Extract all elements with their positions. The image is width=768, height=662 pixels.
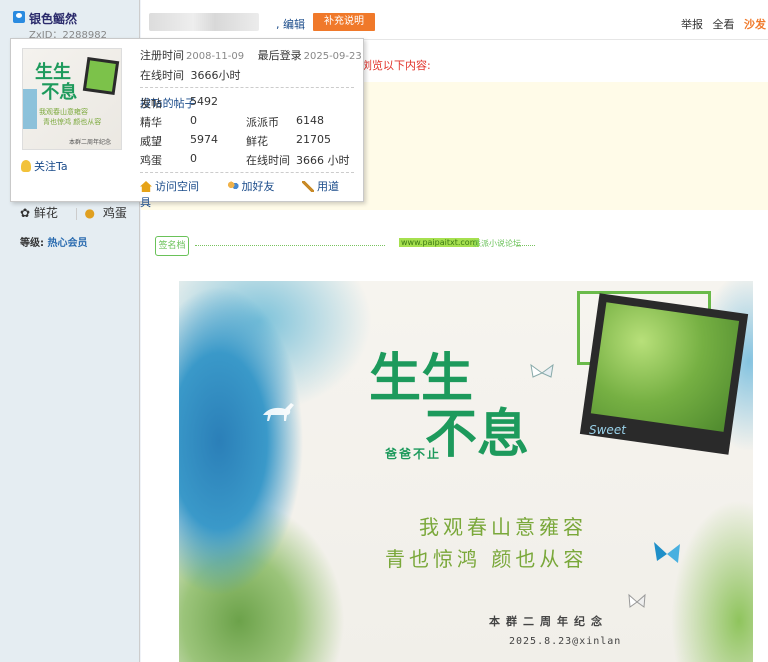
- egg-button[interactable]: ● 鸡蛋: [85, 204, 131, 221]
- popup-actions: 访问空间 加好友 用道具: [140, 178, 363, 210]
- stat-label: 威望: [140, 135, 162, 148]
- poster-date: 2025.8.23@xinlan: [509, 636, 622, 647]
- poster-anniversary: 本群二周年纪念: [489, 615, 608, 628]
- online-info: 在线时间 3666小时: [140, 67, 241, 83]
- stats-row: 鸡蛋 0 在线时间 3666 小时: [140, 152, 354, 171]
- user-profile-popup: 生生 不息 我观春山意雍容 青也惊鸿 颜也从容 本群二周年纪念 关注Ta 注册时…: [10, 38, 364, 209]
- signature-url[interactable]: www.paipaitxt.com: [399, 238, 480, 247]
- post-actions: 举报 全看 沙发: [681, 16, 766, 32]
- stat-label: 发帖: [140, 97, 162, 110]
- stats-grid: 发帖 5492 搜Ta的帖子 精华 0 派派币 6148 威望 5974 鲜花 …: [140, 95, 354, 171]
- poster-poem-line2: 青也惊鸿 颜也从容: [385, 547, 588, 571]
- add-friend-button[interactable]: 加好友: [226, 180, 287, 193]
- user-header: 银色鳐然 ZxID：2288982: [0, 0, 140, 41]
- egg-label: 鸡蛋: [102, 206, 127, 220]
- username-link[interactable]: 银色鳐然: [29, 10, 77, 27]
- add-friend-icon: [226, 181, 239, 192]
- egg-icon: ●: [84, 206, 96, 220]
- stat-label: 精华: [140, 116, 162, 129]
- signature-badge: 签名档: [155, 236, 189, 256]
- divider: [75, 207, 77, 220]
- stat-label: 鸡蛋: [140, 154, 162, 167]
- last-login-label: 最后登录: [257, 49, 302, 62]
- poster-subtitle: 爸爸不止: [385, 447, 442, 461]
- flower-label: 鲜花: [33, 206, 58, 220]
- supplement-button[interactable]: 补充说明: [313, 13, 375, 31]
- stats-row: 威望 5974 鲜花 21705: [140, 133, 354, 152]
- stat-value: 0: [190, 114, 197, 127]
- user-icon: [13, 11, 25, 23]
- level-value[interactable]: 热心会员: [47, 238, 87, 249]
- butterfly-icon: [654, 542, 680, 563]
- online-value: 3666小时: [190, 69, 241, 82]
- level-label: 等级:: [20, 238, 44, 249]
- avatar-art: 生生 不息: [35, 62, 78, 103]
- post-topbar: , 编辑 补充说明 举报 全看 沙发: [141, 0, 768, 40]
- stat-label: 鲜花: [246, 135, 268, 148]
- blurred-text: [149, 13, 259, 31]
- visit-space-button[interactable]: 访问空间: [140, 180, 211, 193]
- dotted-line: [195, 245, 385, 246]
- view-all-link[interactable]: 全看: [713, 18, 735, 31]
- stat-value: 5492: [190, 95, 218, 108]
- stat-value: 0: [190, 152, 197, 165]
- poster-poem-line1: 我观春山意雍容: [419, 515, 587, 539]
- signature-note: 派派小说论坛: [473, 239, 521, 248]
- dotted-line-end: [517, 245, 535, 246]
- avatar-art-text: 我观春山意雍容: [39, 108, 88, 116]
- stat-value: 6148: [296, 114, 324, 127]
- flower-button[interactable]: ✿ 鲜花: [20, 204, 62, 221]
- butterfly-icon: [530, 363, 554, 378]
- sofa-link[interactable]: 沙发: [744, 18, 766, 31]
- follow-label: 关注Ta: [34, 160, 68, 173]
- signature-bar: 签名档 www.paipaitxt.com 派派小说论坛: [155, 232, 768, 262]
- butterfly-icon: [628, 593, 646, 608]
- report-link[interactable]: 举报: [681, 18, 703, 31]
- horse-icon: [263, 403, 294, 421]
- avatar[interactable]: 生生 不息 我观春山意雍容 青也惊鸿 颜也从容 本群二周年纪念: [22, 48, 122, 150]
- poster-title-line1: 生生: [369, 348, 474, 409]
- divider: [140, 172, 354, 173]
- avatar-art-text: 本群二周年纪念: [69, 139, 112, 146]
- register-value: 2008-11-09: [186, 51, 245, 62]
- home-icon: [140, 181, 152, 192]
- register-info: 注册时间 2008-11-09 最后登录 2025-09-23: [140, 47, 362, 63]
- stat-label: 在线时间: [246, 154, 290, 167]
- signature-poster-image: Sweet 生生 不息 爸爸不止 我观春山意雍容 青也惊鸿 颜也从容 本群二周年…: [179, 281, 753, 662]
- sweet-text: Sweet: [589, 423, 626, 437]
- gift-buttons: ✿ 鲜花 ● 鸡蛋: [20, 204, 135, 221]
- notice-text: 浏览以下内容:: [361, 59, 431, 72]
- edit-link[interactable]: , 编辑: [276, 16, 305, 32]
- visit-space-label: 访问空间: [155, 180, 199, 193]
- tool-icon: [302, 181, 314, 192]
- stat-value: 5974: [190, 133, 218, 146]
- stats-row: 精华 0 派派币 6148: [140, 114, 354, 133]
- stat-value: 21705: [296, 133, 331, 146]
- add-friend-label: 加好友: [241, 180, 275, 193]
- register-label: 注册时间: [140, 49, 184, 62]
- avatar-art-text: 青也惊鸿 颜也从容: [43, 118, 102, 126]
- stat-value: 3666 小时: [296, 154, 350, 167]
- follow-button[interactable]: 关注Ta: [21, 158, 68, 174]
- user-level: 等级: 热心会员: [20, 234, 87, 249]
- divider: [140, 87, 354, 88]
- last-login-value: 2025-09-23: [303, 51, 362, 62]
- stats-row: 发帖 5492 搜Ta的帖子: [140, 95, 354, 114]
- online-label: 在线时间: [140, 69, 184, 82]
- bulb-icon: [21, 160, 31, 172]
- stat-label: 派派币: [246, 116, 279, 129]
